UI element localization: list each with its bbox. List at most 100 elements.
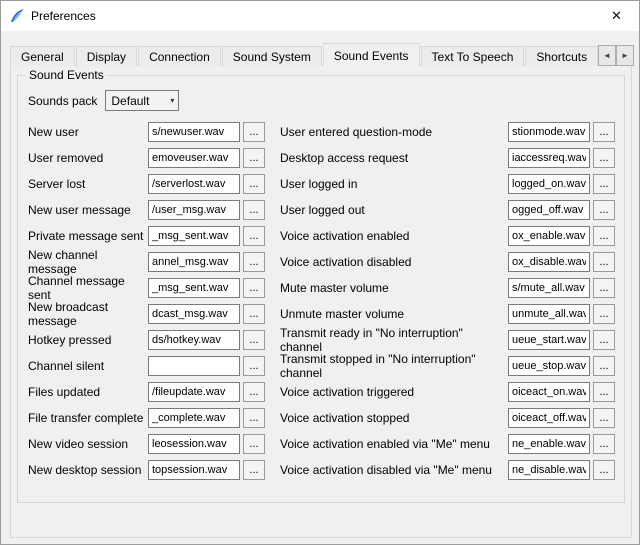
row-new-broadcast-message: New broadcast message ... [28, 304, 268, 324]
sound-events-groupbox: Sound Events Sounds pack Default ▾ New u… [17, 75, 625, 503]
sound-file-input[interactable] [148, 200, 240, 220]
sound-file-input[interactable] [148, 356, 240, 376]
tab-bar: General Display Connection Sound System … [10, 43, 598, 66]
browse-button[interactable]: ... [243, 356, 265, 376]
row-file-transfer-complete: File transfer complete ... [28, 408, 268, 428]
row-voice-activation-triggered: Voice activation triggered ... [280, 382, 618, 402]
sound-file-input[interactable] [148, 252, 240, 272]
tab-sound-system[interactable]: Sound System [222, 46, 322, 66]
event-label: File transfer complete [28, 411, 148, 425]
event-label: Desktop access request [280, 151, 508, 165]
sound-file-input[interactable] [148, 226, 240, 246]
sound-events-pane: Sound Events Sounds pack Default ▾ New u… [10, 65, 632, 538]
sound-file-input[interactable] [148, 304, 240, 324]
sound-file-input[interactable] [508, 408, 590, 428]
browse-button[interactable]: ... [593, 408, 615, 428]
event-label: Files updated [28, 385, 148, 399]
sound-file-input[interactable] [148, 408, 240, 428]
sound-file-input[interactable] [508, 382, 590, 402]
browse-button[interactable]: ... [593, 278, 615, 298]
browse-button[interactable]: ... [243, 460, 265, 480]
row-voice-activation-disabled-me-menu: Voice activation disabled via "Me" menu … [280, 460, 618, 480]
browse-button[interactable]: ... [593, 382, 615, 402]
row-mute-master-volume: Mute master volume ... [280, 278, 618, 298]
browse-button[interactable]: ... [243, 200, 265, 220]
row-voice-activation-enabled: Voice activation enabled ... [280, 226, 618, 246]
sound-file-input[interactable] [508, 122, 590, 142]
tab-scroll-right-button[interactable]: ► [616, 45, 634, 66]
event-label: Voice activation enabled [280, 229, 508, 243]
browse-button[interactable]: ... [593, 330, 615, 350]
row-desktop-access-request: Desktop access request ... [280, 148, 618, 168]
event-label: Voice activation enabled via "Me" menu [280, 437, 508, 451]
tab-display[interactable]: Display [76, 46, 137, 66]
sound-file-input[interactable] [508, 174, 590, 194]
browse-button[interactable]: ... [243, 252, 265, 272]
chevron-down-icon: ▾ [170, 96, 174, 105]
browse-button[interactable]: ... [593, 122, 615, 142]
browse-button[interactable]: ... [243, 226, 265, 246]
browse-button[interactable]: ... [593, 356, 615, 376]
browse-button[interactable]: ... [593, 460, 615, 480]
sound-file-input[interactable] [148, 148, 240, 168]
sound-file-input[interactable] [508, 330, 590, 350]
browse-button[interactable]: ... [593, 174, 615, 194]
sound-file-input[interactable] [508, 304, 590, 324]
tab-shortcuts[interactable]: Shortcuts [525, 46, 598, 66]
event-label: Voice activation stopped [280, 411, 508, 425]
browse-button[interactable]: ... [593, 148, 615, 168]
browse-button[interactable]: ... [243, 434, 265, 454]
event-label: Server lost [28, 177, 148, 191]
browse-button[interactable]: ... [243, 408, 265, 428]
sound-file-input[interactable] [508, 434, 590, 454]
app-icon [9, 8, 25, 24]
sound-file-input[interactable] [148, 460, 240, 480]
tab-general[interactable]: General [10, 46, 75, 66]
event-label: New user message [28, 203, 148, 217]
browse-button[interactable]: ... [593, 226, 615, 246]
sound-file-input[interactable] [508, 148, 590, 168]
sound-file-input[interactable] [508, 226, 590, 246]
sound-file-input[interactable] [148, 174, 240, 194]
row-channel-silent: Channel silent ... [28, 356, 268, 376]
event-label: New user [28, 125, 148, 139]
browse-button[interactable]: ... [243, 382, 265, 402]
sound-file-input[interactable] [148, 122, 240, 142]
tab-sound-events[interactable]: Sound Events [323, 43, 420, 66]
tab-connection[interactable]: Connection [138, 46, 221, 66]
sound-events-right-column: User entered question-mode ... Desktop a… [280, 122, 618, 486]
browse-button[interactable]: ... [243, 122, 265, 142]
sound-file-input[interactable] [148, 434, 240, 454]
sound-file-input[interactable] [508, 460, 590, 480]
sounds-pack-select[interactable]: Default ▾ [105, 90, 179, 111]
groupbox-title: Sound Events [26, 68, 107, 82]
browse-button[interactable]: ... [243, 148, 265, 168]
row-user-logged-out: User logged out ... [280, 200, 618, 220]
row-voice-activation-enabled-me-menu: Voice activation enabled via "Me" menu .… [280, 434, 618, 454]
sound-file-input[interactable] [508, 278, 590, 298]
sound-file-input[interactable] [148, 382, 240, 402]
browse-button[interactable]: ... [243, 174, 265, 194]
row-new-video-session: New video session ... [28, 434, 268, 454]
browse-button[interactable]: ... [243, 304, 265, 324]
browse-button[interactable]: ... [593, 200, 615, 220]
sounds-pack-label: Sounds pack [28, 94, 97, 108]
event-label: Voice activation disabled [280, 255, 508, 269]
sound-file-input[interactable] [508, 252, 590, 272]
browse-button[interactable]: ... [243, 278, 265, 298]
sound-file-input[interactable] [148, 330, 240, 350]
tab-text-to-speech[interactable]: Text To Speech [421, 46, 525, 66]
browse-button[interactable]: ... [593, 304, 615, 324]
browse-button[interactable]: ... [593, 434, 615, 454]
tab-scroll-left-button[interactable]: ◄ [598, 45, 616, 66]
sound-file-input[interactable] [508, 200, 590, 220]
sound-events-columns: New user ... User removed ... Server los… [28, 122, 618, 486]
sound-file-input[interactable] [508, 356, 590, 376]
event-label: User entered question-mode [280, 125, 508, 139]
titlebar: Preferences ✕ [1, 1, 639, 31]
sound-file-input[interactable] [148, 278, 240, 298]
browse-button[interactable]: ... [593, 252, 615, 272]
browse-button[interactable]: ... [243, 330, 265, 350]
close-button[interactable]: ✕ [594, 2, 639, 31]
event-label: User logged out [280, 203, 508, 217]
